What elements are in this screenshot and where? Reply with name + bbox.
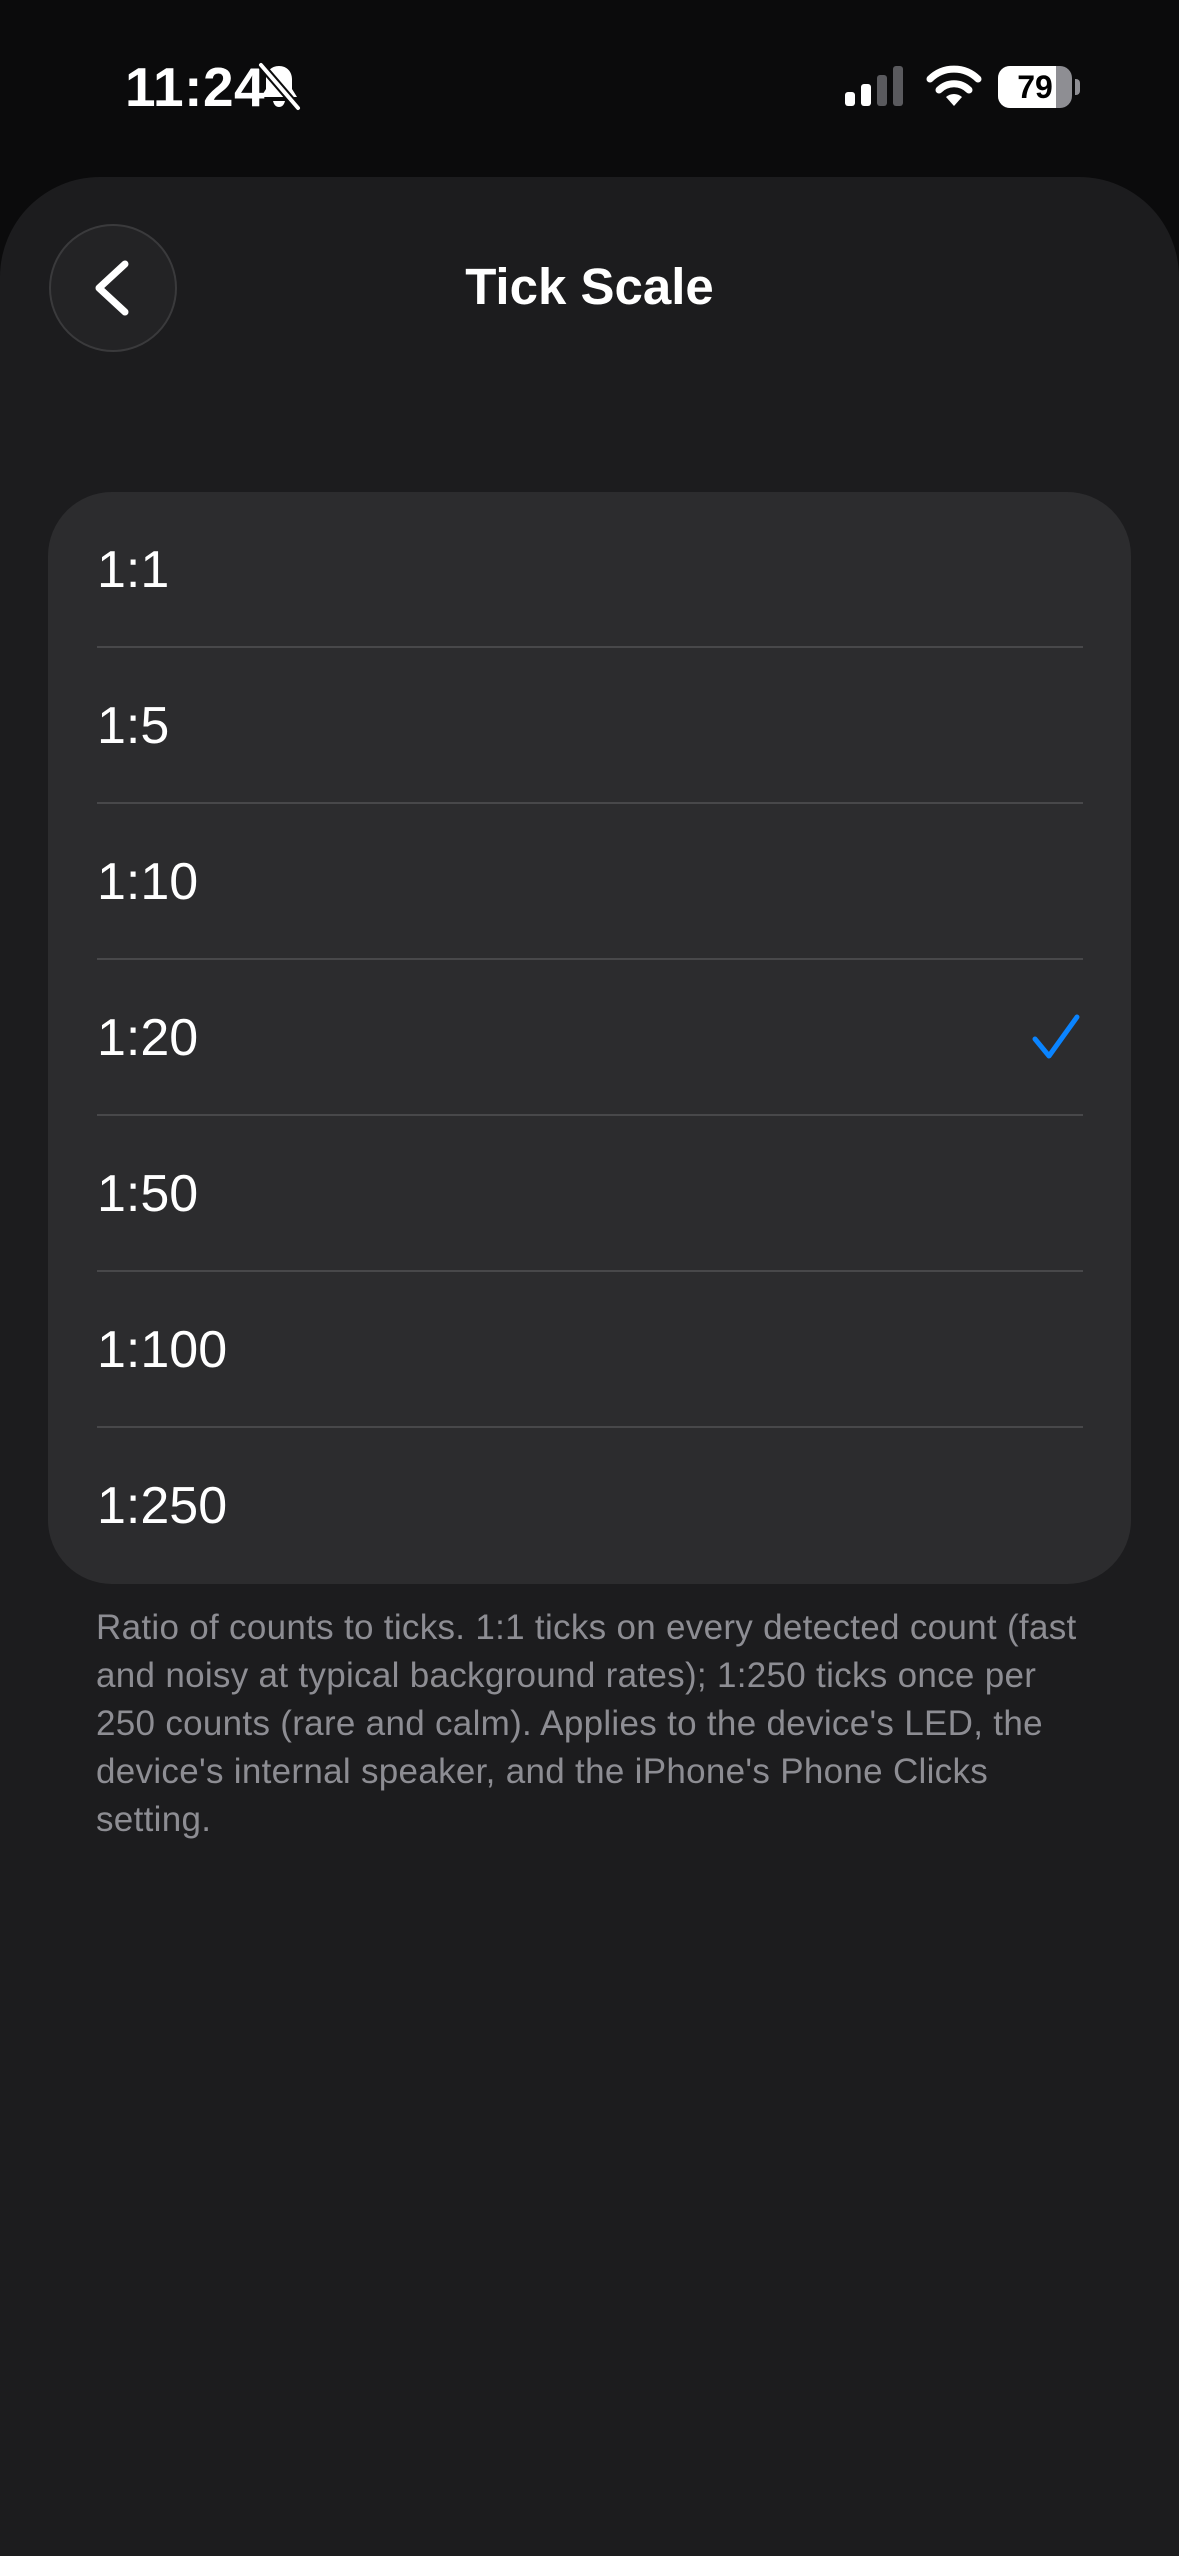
footer-description: Ratio of counts to ticks. 1:1 ticks on e… bbox=[96, 1608, 1077, 1839]
option-row[interactable]: 1:100 bbox=[48, 1272, 1131, 1428]
bell-slash-icon bbox=[257, 62, 302, 112]
option-row[interactable]: 1:50 bbox=[48, 1116, 1131, 1272]
battery-percent: 79 bbox=[1017, 69, 1053, 105]
option-label: 1:20 bbox=[97, 1009, 199, 1067]
page-title: Tick Scale bbox=[465, 258, 714, 315]
option-label: 1:5 bbox=[97, 697, 170, 755]
option-row[interactable]: 1:1 bbox=[48, 492, 1131, 648]
option-row[interactable]: 1:250 bbox=[48, 1428, 1131, 1584]
option-label: 1:50 bbox=[97, 1165, 199, 1223]
battery-icon: 79 bbox=[998, 66, 1080, 108]
status-bar: 11:24 79 bbox=[0, 0, 1179, 170]
option-label: 1:1 bbox=[97, 541, 170, 599]
wifi-icon bbox=[926, 65, 982, 106]
battery-body: 79 bbox=[998, 66, 1072, 108]
status-time: 11:24 bbox=[125, 56, 266, 118]
option-label: 1:10 bbox=[97, 853, 199, 911]
checkmark-icon bbox=[1032, 1014, 1080, 1059]
tick-scale-options-list: 1:1 1:5 1:10 1:20 1:50 1:100 1:250 bbox=[48, 492, 1131, 1584]
option-label: 1:250 bbox=[97, 1477, 228, 1535]
option-row[interactable]: 1:20 bbox=[48, 960, 1131, 1116]
option-label: 1:100 bbox=[97, 1321, 228, 1379]
cellular-signal-icon bbox=[845, 66, 903, 106]
settings-sheet: Tick Scale 1:1 1:5 1:10 1:20 1:50 1:100 1:250 … bbox=[0, 177, 1179, 2556]
battery-tip bbox=[1075, 79, 1080, 95]
option-row[interactable]: 1:10 bbox=[48, 804, 1131, 960]
option-row[interactable]: 1:5 bbox=[48, 648, 1131, 804]
screen: 11:24 79 Tick Scale 1:1 1:5 1:10 1:20 1:… bbox=[0, 0, 1179, 2556]
